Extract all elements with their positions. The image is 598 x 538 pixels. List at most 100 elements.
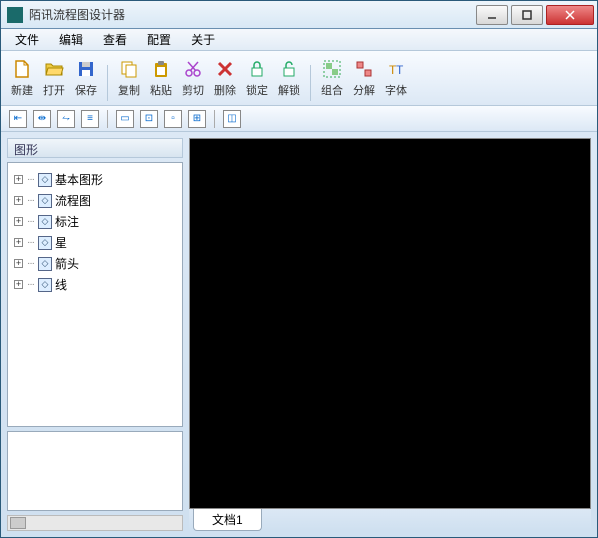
toolbar-separator: [310, 65, 311, 101]
menu-2[interactable]: 查看: [95, 29, 135, 50]
expand-icon[interactable]: +: [14, 196, 23, 205]
group-button[interactable]: 组合: [317, 55, 347, 101]
preview-area: [7, 431, 183, 511]
window-title: 陌讯流程图设计器: [29, 6, 476, 23]
copy-label: 复制: [118, 82, 140, 98]
tree-item-1[interactable]: + ··· ◇流程图: [10, 190, 180, 211]
tree-item-5[interactable]: +···◇线: [10, 274, 180, 295]
group-icon: [321, 58, 343, 80]
paste-icon: [150, 58, 172, 80]
expand-icon[interactable]: +: [14, 217, 23, 226]
right-panel: 文档1: [189, 138, 591, 531]
align-button-2[interactable]: ⥊: [57, 110, 75, 128]
content-area: 图形 +···◇基本图形+···◇流程图+···◇标注+···◇星+···◇箭头…: [1, 132, 597, 537]
expand-icon[interactable]: +: [14, 259, 23, 268]
ungroup-button[interactable]: 分解: [349, 55, 379, 101]
tree-item-label: 线: [55, 276, 67, 293]
document-tab[interactable]: 文档1: [193, 509, 262, 531]
tree-item-label: 基本图形: [55, 171, 103, 188]
new-button[interactable]: 新建: [7, 55, 37, 101]
unlock-icon: [278, 58, 300, 80]
delete-label: 删除: [214, 82, 236, 98]
font-icon: TT: [385, 58, 407, 80]
lock-button[interactable]: 锁定: [242, 55, 272, 101]
scroll-thumb[interactable]: [10, 517, 26, 529]
category-icon: ◇: [38, 194, 52, 208]
file-icon: [11, 58, 33, 80]
cut-label: 剪切: [182, 82, 204, 98]
menubar: 文件编辑查看配置关于: [1, 29, 597, 51]
lock-icon: [246, 58, 268, 80]
menu-4[interactable]: 关于: [183, 29, 223, 50]
open-button[interactable]: 打开: [39, 55, 69, 101]
open-label: 打开: [43, 82, 65, 98]
delete-icon: [214, 58, 236, 80]
expand-icon[interactable]: +: [14, 238, 23, 247]
tree-item-0[interactable]: + ··· ◇基本图形: [10, 169, 180, 190]
minimize-button[interactable]: [476, 5, 508, 25]
tree-connector: ···: [27, 258, 34, 269]
menu-3[interactable]: 配置: [139, 29, 179, 50]
tree-item-2[interactable]: +···◇标注: [10, 211, 180, 232]
save-button[interactable]: 保存: [71, 55, 101, 101]
paste-label: 粘贴: [150, 82, 172, 98]
lock-label: 锁定: [246, 82, 268, 98]
toolbar2-separator: [214, 110, 215, 128]
tree-item-3[interactable]: +···◇星: [10, 232, 180, 253]
tree-item-label: 箭头: [55, 255, 79, 272]
menu-0[interactable]: 文件: [7, 29, 47, 50]
toolbar2-separator: [107, 110, 108, 128]
align-button-5[interactable]: ⊡: [140, 110, 158, 128]
font-button[interactable]: TT 字体: [381, 55, 411, 101]
unlock-button[interactable]: 解锁: [274, 55, 304, 101]
align-button-4[interactable]: ▭: [116, 110, 134, 128]
app-window: 陌讯流程图设计器 文件编辑查看配置关于 新建打开保存 复制粘贴剪切删除锁定解锁 组合…: [0, 0, 598, 538]
shapes-panel-header: 图形: [7, 138, 183, 158]
paste-button[interactable]: 粘贴: [146, 55, 176, 101]
align-button-3[interactable]: ≡: [81, 110, 99, 128]
shapes-tree[interactable]: +···◇基本图形+···◇流程图+···◇标注+···◇星+···◇箭头+··…: [7, 162, 183, 427]
canvas[interactable]: [189, 138, 591, 509]
titlebar[interactable]: 陌讯流程图设计器: [1, 1, 597, 29]
copy-button[interactable]: 复制: [114, 55, 144, 101]
expand-icon[interactable]: +: [14, 175, 23, 184]
tree-item-label: 星: [55, 234, 67, 251]
document-tabs: 文档1: [189, 509, 591, 531]
scissors-icon: [182, 58, 204, 80]
left-panel: 图形 +···◇基本图形+···◇流程图+···◇标注+···◇星+···◇箭头…: [7, 138, 183, 531]
tree-connector: ···: [27, 195, 34, 206]
category-icon: ◇: [38, 215, 52, 229]
category-icon: ◇: [38, 236, 52, 250]
align-button-7[interactable]: ⊞: [188, 110, 206, 128]
app-icon: [7, 7, 23, 23]
save-label: 保存: [75, 82, 97, 98]
align-button-8[interactable]: ◫: [223, 110, 241, 128]
delete-button[interactable]: 删除: [210, 55, 240, 101]
maximize-button[interactable]: [511, 5, 543, 25]
svg-text:T: T: [396, 63, 404, 77]
tree-connector: ···: [27, 279, 34, 290]
window-controls: [476, 5, 597, 25]
copy-icon: [118, 58, 140, 80]
menu-1[interactable]: 编辑: [51, 29, 91, 50]
category-icon: ◇: [38, 173, 52, 187]
toolbar-separator: [107, 65, 108, 101]
tree-item-label: 流程图: [55, 192, 91, 209]
new-label: 新建: [11, 82, 33, 98]
align-button-6[interactable]: ▫: [164, 110, 182, 128]
category-icon: ◇: [38, 257, 52, 271]
tree-connector: ···: [27, 216, 34, 227]
close-button[interactable]: [546, 5, 594, 25]
align-button-0[interactable]: ⇤: [9, 110, 27, 128]
tree-item-4[interactable]: + ··· ◇箭头: [10, 253, 180, 274]
folder-open-icon: [43, 58, 65, 80]
cut-button[interactable]: 剪切: [178, 55, 208, 101]
font-label: 字体: [385, 82, 407, 98]
main-toolbar: 新建打开保存 复制粘贴剪切删除锁定解锁 组合分解 TT 字体: [1, 51, 597, 106]
expand-icon[interactable]: +: [14, 280, 23, 289]
horizontal-scrollbar[interactable]: [7, 515, 183, 531]
unlock-label: 解锁: [278, 82, 300, 98]
tree-connector: ···: [27, 174, 34, 185]
align-button-1[interactable]: ⇹: [33, 110, 51, 128]
ungroup-icon: [353, 58, 375, 80]
